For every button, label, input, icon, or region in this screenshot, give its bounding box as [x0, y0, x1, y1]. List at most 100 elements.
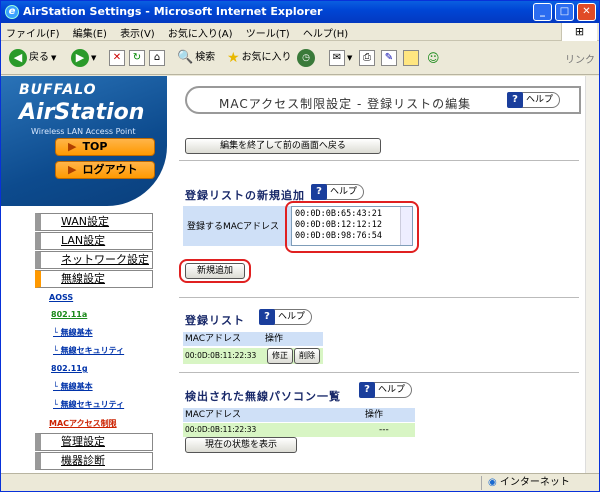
close-button[interactable]: ✕ [577, 3, 596, 21]
menu-tools[interactable]: ツール(T) [241, 23, 295, 42]
sub-g-security[interactable]: └ 無線セキュリティ [53, 399, 124, 410]
forward-arrow-icon: ▶ [71, 49, 89, 67]
delete-button[interactable]: 削除 [294, 348, 320, 364]
help-icon: ? [259, 309, 275, 325]
help-label: ヘルプ [526, 95, 554, 105]
page-scrollbar[interactable] [585, 76, 599, 473]
maximize-button[interactable]: □ [555, 3, 574, 21]
bullet-icon: ▶ [68, 140, 77, 153]
menu-view[interactable]: 表示(V) [115, 23, 160, 42]
divider [179, 160, 579, 161]
tagline: Wireless LAN Access Point [31, 127, 136, 136]
show-current-status-button[interactable]: 現在の状態を表示 [185, 437, 297, 453]
mail-icon: ✉ [329, 50, 345, 66]
mac-field-label: 登録するMACアドレス [187, 222, 280, 232]
star-icon: ★ [227, 50, 240, 66]
help-label: ヘルプ [278, 312, 306, 322]
help-icon: ? [359, 382, 375, 398]
menu-help[interactable]: ヘルプ(H) [298, 23, 353, 42]
edit-page-button[interactable]: ✎ [381, 48, 397, 68]
menu-wan[interactable]: WAN設定 [35, 213, 153, 231]
mac-line: 00:0D:0B:65:43:21 [295, 209, 382, 219]
sub-a-basic[interactable]: └ 無線基本 [53, 327, 93, 338]
mail-button[interactable]: ✉ ▼ [329, 48, 352, 68]
menu-wireless[interactable]: 無線設定 [35, 270, 153, 288]
help-button[interactable]: ? ヘルプ [507, 92, 561, 108]
sub-g-security-label: 無線セキュリティ [60, 400, 125, 409]
refresh-icon: ↻ [129, 50, 145, 66]
col-mac-address: MACアドレス [185, 410, 242, 420]
search-button[interactable]: 🔍 検索 [177, 48, 215, 68]
new-entry-heading: 登録リストの新規追加 [185, 189, 305, 202]
menu-file[interactable]: ファイル(F) [1, 23, 65, 42]
sub-g-basic-label: 無線基本 [60, 382, 93, 391]
field-label-cell: 登録するMACアドレス [183, 206, 291, 246]
textarea-scrollbar[interactable] [400, 207, 412, 245]
favorites-button[interactable]: ★ お気に入り [227, 48, 292, 68]
browser-window: e AirStation Settings - Microsoft Intern… [0, 0, 600, 492]
menu-lan[interactable]: LAN設定 [35, 232, 153, 250]
page-title: MACアクセス制限設定 - 登録リストの編集 [219, 97, 472, 111]
sub-a-security-label: 無線セキュリティ [60, 346, 125, 355]
print-button[interactable]: ⎙ [359, 48, 375, 68]
sub-a-security[interactable]: └ 無線セキュリティ [53, 345, 124, 356]
discuss-button[interactable] [403, 48, 419, 68]
back-arrow-icon: ◀ [9, 49, 27, 67]
registered-mac: 00:0D:0B:11:22:33 [185, 351, 257, 360]
tree-branch-icon: └ [53, 400, 61, 409]
mac-line: 00:0D:0B:12:12:12 [295, 220, 382, 230]
sub-g-basic[interactable]: └ 無線基本 [53, 381, 93, 392]
menu-network[interactable]: ネットワーク設定 [35, 251, 153, 269]
ie-icon: e [5, 5, 19, 19]
links-label[interactable]: リンク [565, 51, 595, 66]
print-icon: ⎙ [359, 50, 375, 66]
windows-logo-icon: ⊞ [561, 23, 597, 41]
stop-icon: ✕ [109, 50, 125, 66]
forward-button[interactable]: ▶ ▼ [71, 48, 96, 68]
mac-address-textarea[interactable]: 00:0D:0B:65:43:21 00:0D:0B:12:12:12 00:0… [291, 206, 413, 246]
edit-button[interactable]: 修正 [267, 348, 293, 364]
registered-help-button[interactable]: ? ヘルプ [259, 309, 313, 325]
registered-list-heading: 登録リスト [185, 314, 245, 327]
back-button[interactable]: ◀ 戻る ▼ [9, 48, 56, 68]
detected-help-button[interactable]: ? ヘルプ [359, 382, 413, 398]
menu-bar: ファイル(F) 編集(E) 表示(V) お気に入り(A) ツール(T) ヘルプ(… [1, 23, 599, 41]
menu-edit[interactable]: 編集(E) [68, 23, 112, 42]
menu-diagnostics[interactable]: 機器診断 [35, 452, 153, 470]
menu-favorites[interactable]: お気に入り(A) [163, 23, 238, 42]
sub-mac-limit[interactable]: MACアクセス制限 [49, 418, 117, 429]
help-label: ヘルプ [330, 187, 358, 197]
col-operation: 操作 [265, 334, 284, 344]
home-button[interactable]: ⌂ [149, 48, 165, 68]
tree-branch-icon: └ [53, 382, 61, 391]
forward-dropdown-icon: ▼ [91, 54, 97, 62]
minimize-button[interactable]: _ [533, 3, 552, 21]
window-title: AirStation Settings - Microsoft Internet… [23, 5, 323, 18]
title-bar: e AirStation Settings - Microsoft Intern… [1, 1, 599, 23]
logout-button[interactable]: ▶ ログアウト [55, 161, 155, 179]
new-entry-help-button[interactable]: ? ヘルプ [311, 184, 365, 200]
history-button[interactable]: ◷ [297, 48, 315, 68]
toolbar: ◀ 戻る ▼ ▶ ▼ ✕ ↻ ⌂ 🔍 検索 ★ お気に入り ◷ ✉ ▼ ⎙ ✎ ☺… [1, 41, 599, 75]
sub-aoss[interactable]: AOSS [49, 293, 73, 302]
messenger-button[interactable]: ☺ [427, 48, 440, 68]
back-dropdown-icon: ▼ [51, 54, 57, 62]
tree-branch-icon: └ [53, 328, 61, 337]
sidebar: BUFFALO AirStation Wireless LAN Access P… [1, 76, 167, 473]
top-button[interactable]: ▶ TOP [55, 138, 155, 156]
sidebar-banner: BUFFALO AirStation Wireless LAN Access P… [1, 76, 167, 206]
refresh-button[interactable]: ↻ [129, 48, 145, 68]
mail-dropdown-icon: ▼ [347, 54, 353, 62]
help-label: ヘルプ [378, 385, 406, 395]
brand-logo: BUFFALO [19, 82, 97, 98]
page-content: BUFFALO AirStation Wireless LAN Access P… [1, 76, 585, 473]
stop-button[interactable]: ✕ [109, 48, 125, 68]
add-new-button[interactable]: 新規追加 [185, 263, 245, 279]
sub-80211g[interactable]: 802.11g [51, 364, 88, 373]
back-to-previous-button[interactable]: 編集を終了して前の画面へ戻る [185, 138, 381, 154]
detected-heading: 検出された無線パソコン一覧 [185, 390, 341, 403]
detected-mac: 00:0D:0B:11:22:33 [185, 425, 257, 434]
sub-80211a[interactable]: 802.11a [51, 310, 87, 319]
col-operation: 操作 [365, 410, 384, 420]
menu-admin[interactable]: 管理設定 [35, 433, 153, 451]
